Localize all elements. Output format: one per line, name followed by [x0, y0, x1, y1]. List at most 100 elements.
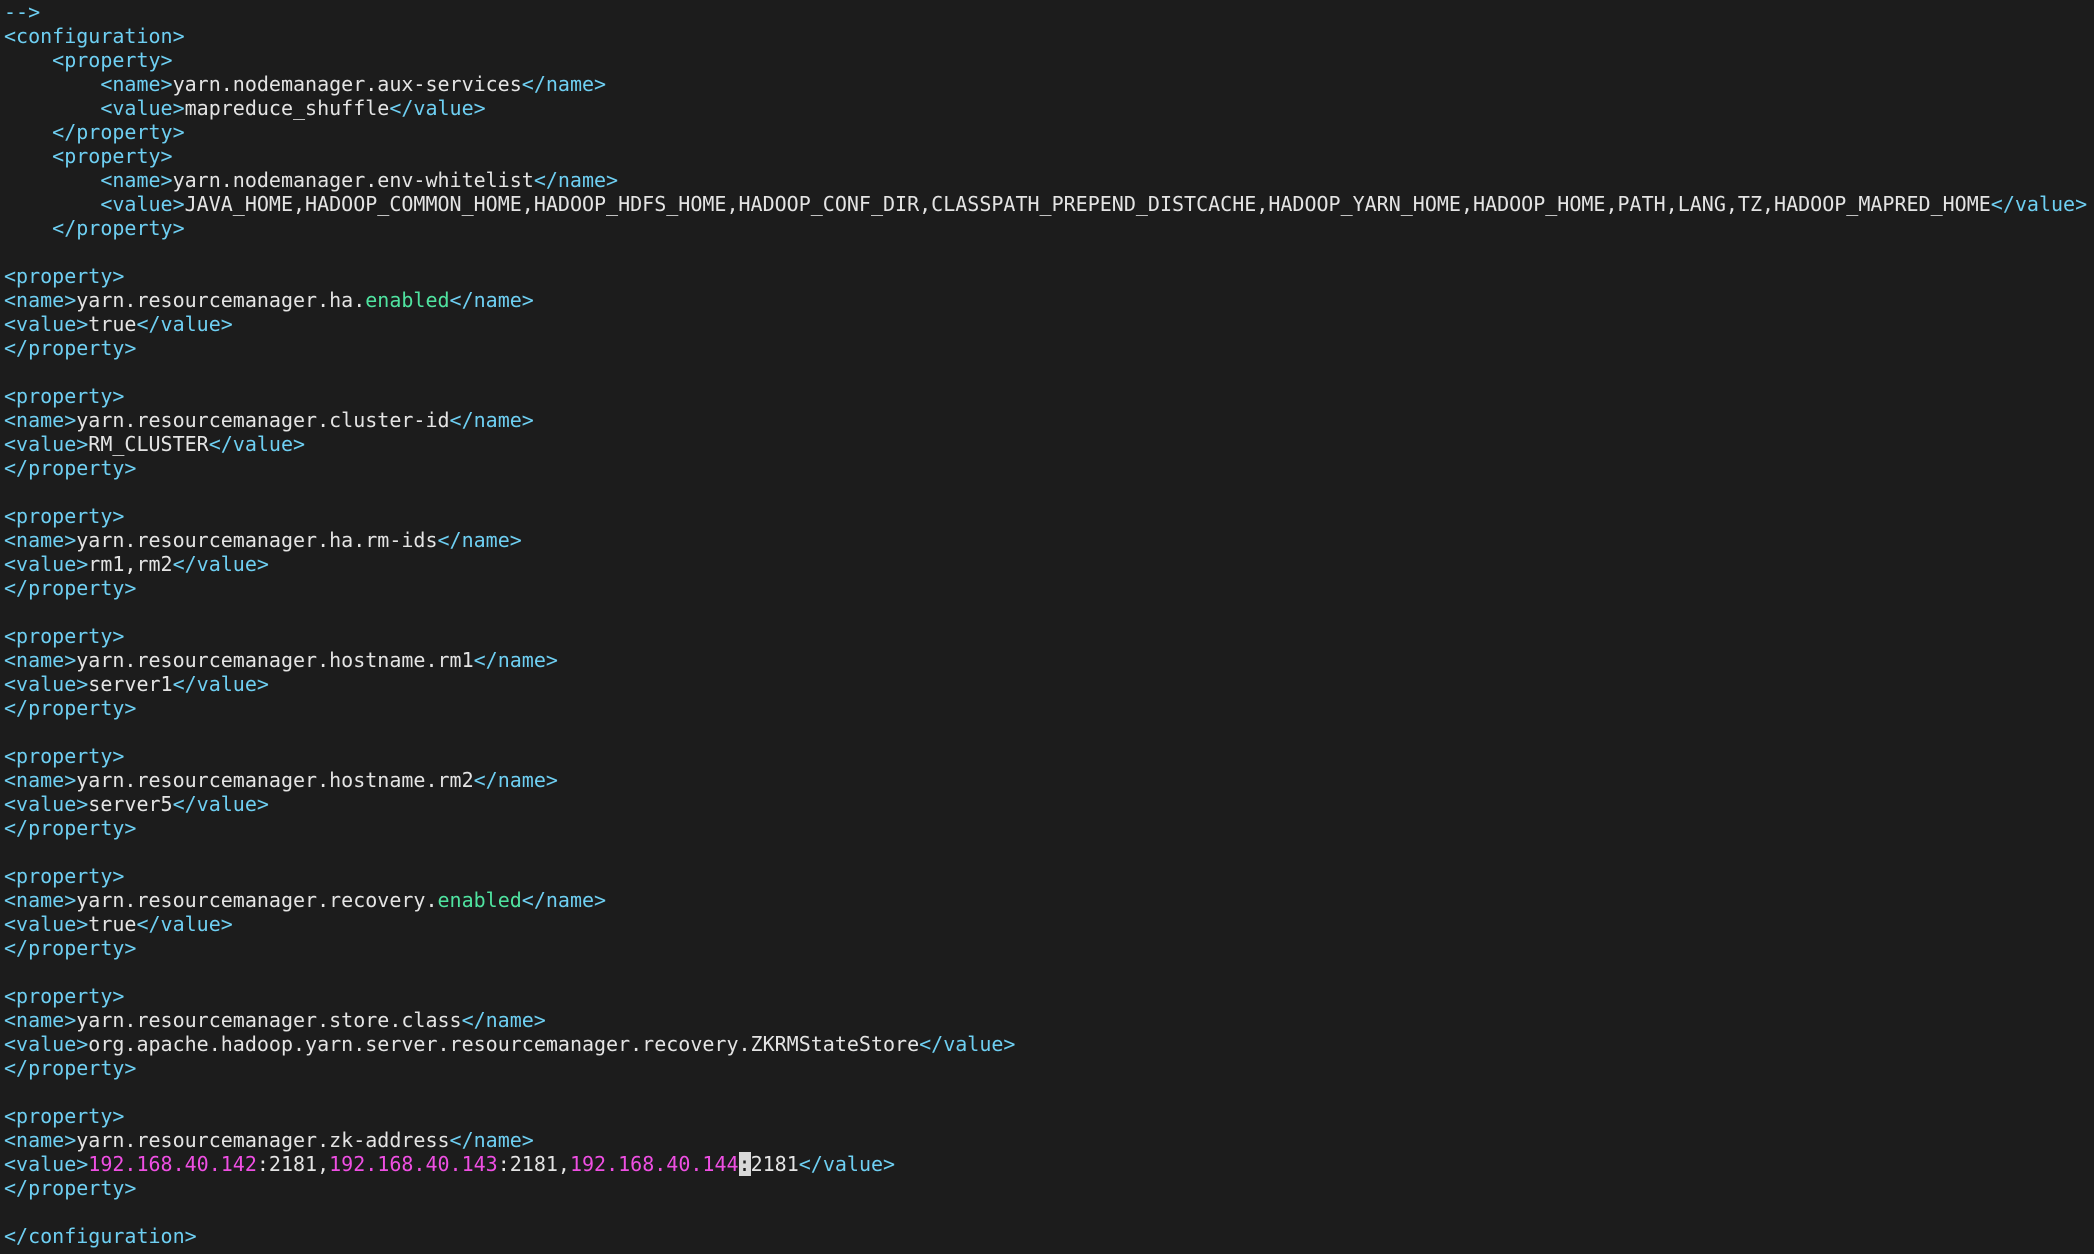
code-token: <name>	[4, 408, 77, 432]
code-token: enabled	[365, 288, 450, 312]
code-line[interactable]	[4, 960, 2087, 984]
code-line[interactable]: <property>	[4, 144, 2087, 168]
code-line[interactable]: </property>	[4, 336, 2087, 360]
code-line[interactable]: <name>yarn.nodemanager.aux-services</nam…	[4, 72, 2087, 96]
code-token: <property>	[4, 744, 125, 768]
code-line[interactable]: <name>yarn.nodemanager.env-whitelist</na…	[4, 168, 2087, 192]
code-token: <property>	[4, 624, 125, 648]
code-token: </property>	[52, 216, 185, 240]
code-line[interactable]: <name>yarn.resourcemanager.recovery.enab…	[4, 888, 2087, 912]
code-line[interactable]: </property>	[4, 936, 2087, 960]
code-line[interactable]: </property>	[4, 696, 2087, 720]
code-token: RM_CLUSTER	[88, 432, 209, 456]
code-line[interactable]: <value>JAVA_HOME,HADOOP_COMMON_HOME,HADO…	[4, 192, 2087, 216]
code-token: <value>	[4, 432, 89, 456]
code-token: <value>	[4, 1032, 89, 1056]
code-line[interactable]	[4, 600, 2087, 624]
code-token: yarn.resourcemanager.hostname.rm2	[76, 768, 474, 792]
code-line[interactable]: <property>	[4, 264, 2087, 288]
code-token: </value>	[1990, 192, 2088, 216]
code-line[interactable]: </property>	[4, 216, 2087, 240]
code-token: <value>	[4, 672, 89, 696]
code-line[interactable]: <value>true</value>	[4, 312, 2087, 336]
code-line[interactable]: <property>	[4, 864, 2087, 888]
code-line[interactable]: <property>	[4, 984, 2087, 1008]
code-token: </name>	[449, 1128, 534, 1152]
code-line[interactable]: <value>server1</value>	[4, 672, 2087, 696]
code-token: 192.168.40.142	[88, 1152, 257, 1176]
code-line[interactable]: <value>org.apache.hadoop.yarn.server.res…	[4, 1032, 2087, 1056]
code-line[interactable]: </property>	[4, 816, 2087, 840]
code-area[interactable]: --> <configuration> <property> <name>yarn…	[4, 0, 2087, 1248]
code-line[interactable]	[4, 1200, 2087, 1224]
code-token: </name>	[449, 408, 534, 432]
code-line[interactable]: <value>mapreduce_shuffle</value>	[4, 96, 2087, 120]
code-line[interactable]: <value>RM_CLUSTER</value>	[4, 432, 2087, 456]
code-token: </value>	[172, 792, 269, 816]
code-token: server1	[88, 672, 173, 696]
code-line[interactable]: </property>	[4, 120, 2087, 144]
code-line[interactable]: <property>	[4, 744, 2087, 768]
code-line[interactable]: </property>	[4, 456, 2087, 480]
code-line[interactable]: <name>yarn.resourcemanager.store.class</…	[4, 1008, 2087, 1032]
code-token: </value>	[919, 1032, 1016, 1056]
code-token: </name>	[449, 288, 534, 312]
code-line[interactable]	[4, 360, 2087, 384]
code-token: </property>	[4, 576, 137, 600]
code-token: <value>	[4, 792, 89, 816]
code-line[interactable]: <name>yarn.resourcemanager.ha.enabled</n…	[4, 288, 2087, 312]
code-line[interactable]: </property>	[4, 576, 2087, 600]
code-token: <property>	[4, 984, 125, 1008]
code-line[interactable]	[4, 840, 2087, 864]
code-token: </property>	[4, 816, 137, 840]
code-token: 192.168.40.143	[329, 1152, 498, 1176]
code-token: <value>	[100, 96, 185, 120]
code-line[interactable]: <value>server5</value>	[4, 792, 2087, 816]
code-token: </name>	[521, 72, 607, 96]
code-line[interactable]: -->	[4, 0, 2087, 24]
code-line[interactable]: <configuration>	[4, 24, 2087, 48]
code-line[interactable]: </configuration>	[4, 1224, 2087, 1248]
code-line[interactable]: <property>	[4, 504, 2087, 528]
code-token: 2181	[750, 1152, 799, 1176]
code-token: </name>	[461, 1008, 546, 1032]
code-token: yarn.resourcemanager.ha.	[76, 288, 366, 312]
code-token: <property>	[4, 504, 125, 528]
code-token: rm1,rm2	[88, 552, 173, 576]
text-cursor: :	[738, 1152, 751, 1176]
code-token: </value>	[798, 1152, 896, 1176]
code-token: yarn.resourcemanager.hostname.rm1	[76, 648, 474, 672]
code-line[interactable]: <property>	[4, 1104, 2087, 1128]
code-line[interactable]	[4, 240, 2087, 264]
code-token: </name>	[473, 648, 558, 672]
code-line[interactable]: </property>	[4, 1056, 2087, 1080]
code-token: </value>	[208, 432, 306, 456]
code-line[interactable]: <value>192.168.40.142:2181,192.168.40.14…	[4, 1152, 2087, 1176]
code-line[interactable]	[4, 480, 2087, 504]
code-line[interactable]	[4, 720, 2087, 744]
code-token: <property>	[52, 144, 173, 168]
code-line[interactable]	[4, 1080, 2087, 1104]
code-line[interactable]: <name>yarn.resourcemanager.zk-address</n…	[4, 1128, 2087, 1152]
code-line[interactable]: <value>rm1,rm2</value>	[4, 552, 2087, 576]
code-line[interactable]: <name>yarn.resourcemanager.hostname.rm1<…	[4, 648, 2087, 672]
code-token: yarn.resourcemanager.recovery.	[76, 888, 438, 912]
code-line[interactable]: <property>	[4, 624, 2087, 648]
code-token: <value>	[4, 312, 89, 336]
code-line[interactable]: <property>	[4, 48, 2087, 72]
code-token: </property>	[4, 1176, 137, 1200]
code-line[interactable]: </property>	[4, 1176, 2087, 1200]
code-token: <property>	[4, 864, 125, 888]
text-editor[interactable]: --> <configuration> <property> <name>yarn…	[0, 0, 2094, 1254]
code-token: <name>	[4, 528, 77, 552]
code-line[interactable]: <name>yarn.resourcemanager.hostname.rm2<…	[4, 768, 2087, 792]
code-line[interactable]: <name>yarn.resourcemanager.ha.rm-ids</na…	[4, 528, 2087, 552]
code-line[interactable]: <name>yarn.resourcemanager.cluster-id</n…	[4, 408, 2087, 432]
code-line[interactable]: <value>true</value>	[4, 912, 2087, 936]
code-token: <name>	[4, 648, 77, 672]
code-line[interactable]: <property>	[4, 384, 2087, 408]
